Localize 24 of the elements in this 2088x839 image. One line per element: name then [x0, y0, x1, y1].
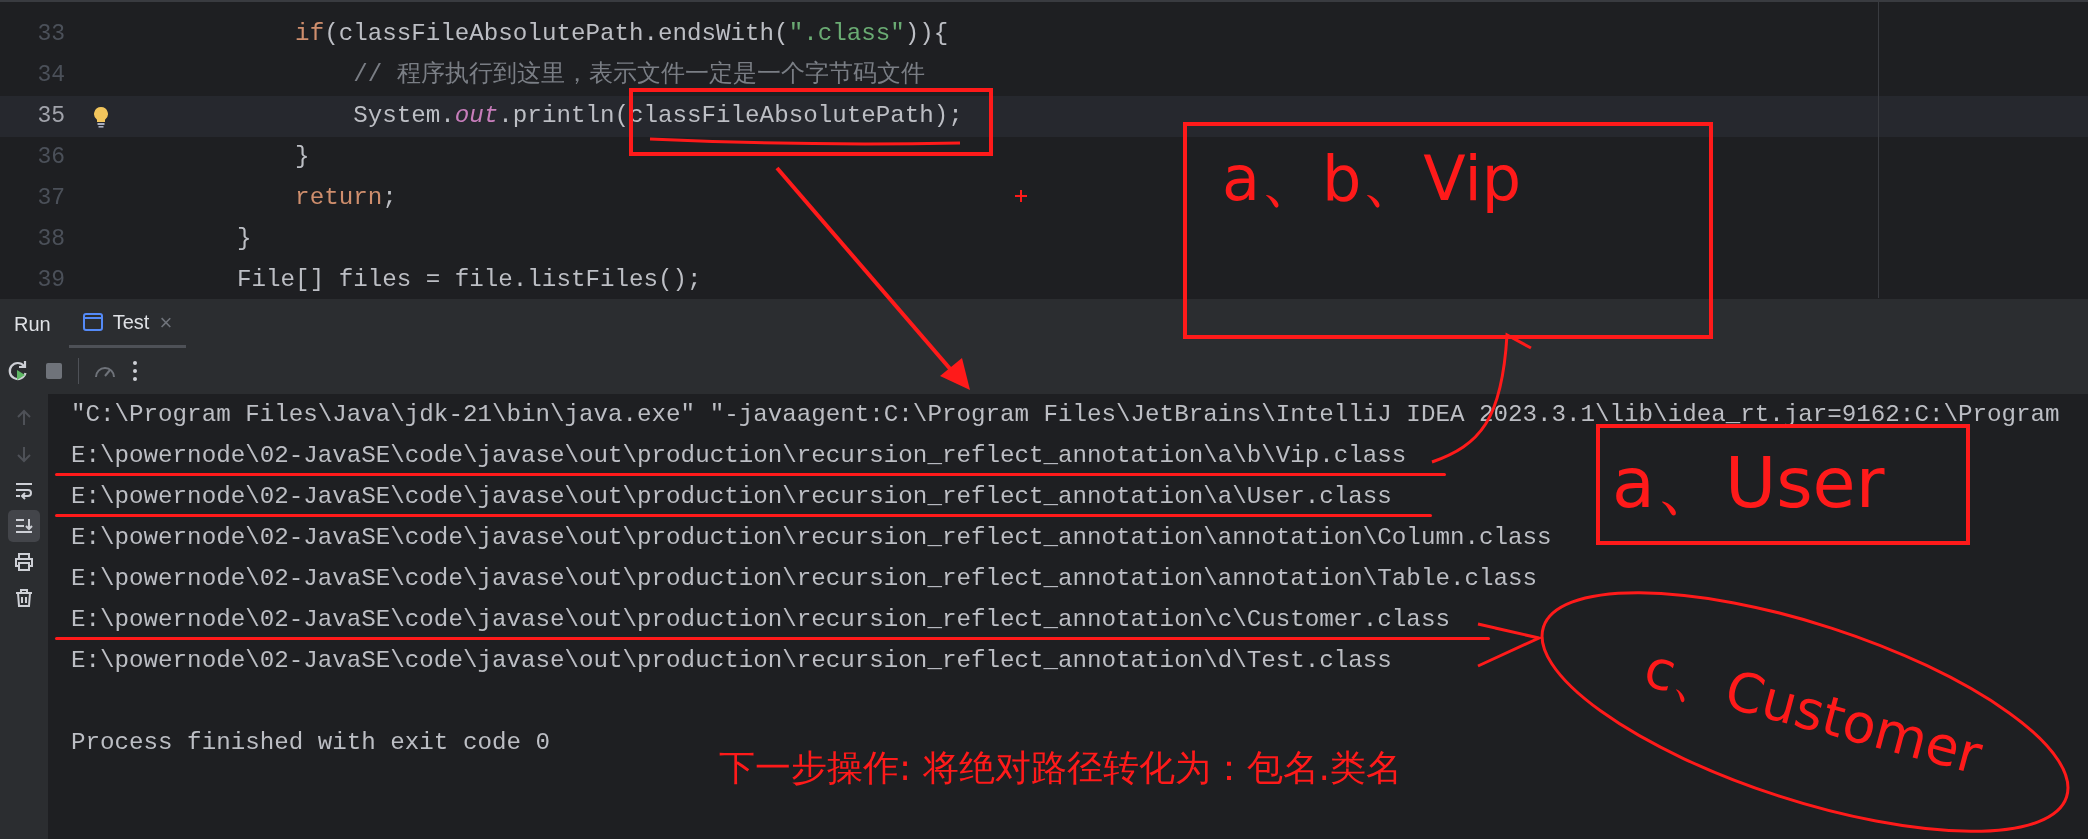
exit-message: Process finished with exit code 0	[71, 728, 550, 758]
handwritten-note: a、User	[1612, 448, 1885, 518]
code-line: if(classFileAbsolutePath.endsWith(".class")){	[294, 19, 949, 50]
console-line: E:\powernode\02-JavaSE\code\javase\out\production\recursion_reflect_annotation\c\Customer.class	[71, 599, 1450, 640]
lightbulb-icon[interactable]	[93, 105, 109, 128]
code-line: }	[294, 142, 310, 173]
code-line: File[] files = file.listFiles();	[236, 265, 702, 296]
console-line: E:\powernode\02-JavaSE\code\javase\out\production\recursion_reflect_annotation\d\Test.class	[71, 646, 1392, 676]
cross-mark	[1014, 189, 1028, 203]
console-line: E:\powernode\02-JavaSE\code\javase\out\production\recursion_reflect_annotation\a\User.class	[71, 476, 1392, 517]
console-line: E:\powernode\02-JavaSE\code\javase\out\production\recursion_reflect_annotation\a\b\Vip.class	[71, 435, 1407, 476]
scroll-to-end-icon[interactable]	[8, 510, 40, 542]
code-line: }	[236, 224, 252, 255]
stop-icon[interactable]	[44, 361, 64, 381]
console-line: E:\powernode\02-JavaSE\code\javase\out\production\recursion_reflect_annotation\annotation\Table.class	[71, 564, 1537, 594]
code-line: return;	[294, 183, 397, 214]
code-line: // 程序执行到这里，表示文件一定是一个字节码文件	[352, 59, 925, 91]
more-icon[interactable]	[131, 360, 139, 382]
arrow	[1476, 622, 1544, 668]
console-line: E:\powernode\02-JavaSE\code\javase\out\production\recursion_reflect_annotation\annotation\Column.class	[71, 523, 1552, 553]
annotation-note: 下一步操作: 将绝对路径转化为：包名.类名	[719, 748, 1402, 788]
panel-title: Run	[13, 311, 51, 337]
line-number: 35	[36, 102, 65, 132]
window-icon	[82, 313, 103, 331]
